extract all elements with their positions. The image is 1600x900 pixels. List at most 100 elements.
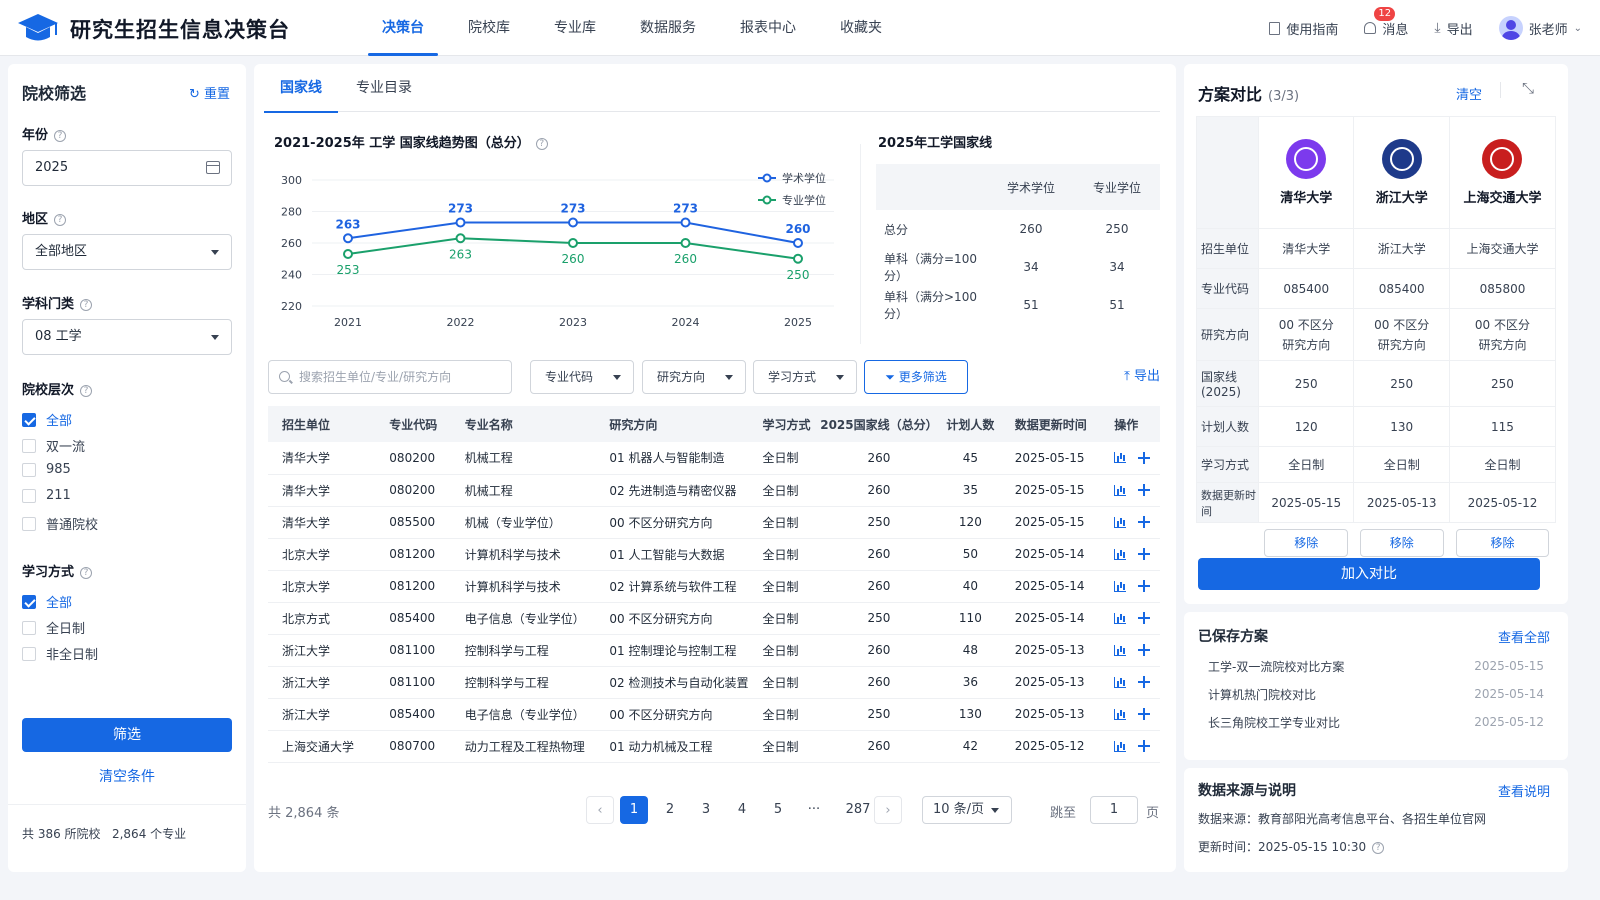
add-to-compare-icon[interactable] bbox=[1138, 708, 1151, 720]
table-cell: 42 bbox=[940, 730, 1001, 763]
add-to-compare-icon[interactable] bbox=[1138, 484, 1151, 496]
nav-item[interactable]: 专业库 bbox=[532, 0, 618, 56]
jump-page-input[interactable]: 1 bbox=[1090, 796, 1138, 824]
table-row[interactable]: 北京方式 085400 电子信息（专业学位） 00 不区分研究方向 全日制 250 110 2… bbox=[268, 602, 1160, 635]
checkbox-icon bbox=[22, 594, 36, 609]
view-notes-link[interactable]: 查看说明 bbox=[1498, 781, 1550, 800]
saved-plan-item[interactable]: 工学-双一流院校对比方案 2025-05-15 bbox=[1198, 652, 1554, 680]
table-row[interactable]: 清华大学 080200 机械工程 02 先进制造与精密仪器 全日制 260 35 2025-0… bbox=[268, 474, 1160, 507]
add-to-compare-icon[interactable] bbox=[1138, 451, 1151, 464]
nav-item[interactable]: 决策台 bbox=[360, 0, 446, 56]
bar-chart-icon[interactable] bbox=[1114, 676, 1127, 688]
table-cell: 全日制 bbox=[748, 474, 818, 507]
page-button[interactable]: 5 bbox=[764, 796, 792, 824]
page-button[interactable]: 3 bbox=[692, 796, 720, 824]
year-picker[interactable]: 2025 bbox=[22, 150, 232, 186]
nav-item[interactable]: 院校库 bbox=[446, 0, 532, 56]
search-placeholder: 搜索招生单位/专业/研究方向 bbox=[299, 370, 452, 384]
view-all-saved-link[interactable]: 查看全部 bbox=[1498, 627, 1550, 646]
next-page-button[interactable]: › bbox=[874, 796, 902, 824]
mode-filter-dropdown[interactable]: 学习方式 bbox=[753, 360, 857, 394]
nav-item[interactable]: 收藏夹 bbox=[818, 0, 904, 56]
table-row[interactable]: 清华大学 085500 机械（专业学位） 00 不区分研究方向 全日制 250 120 202… bbox=[268, 506, 1160, 539]
compare-row-label: 研究方向 bbox=[1196, 308, 1259, 361]
top-export-link[interactable]: ⤓ 导出 bbox=[1434, 19, 1472, 38]
clear-conditions-link[interactable]: 清空条件 bbox=[8, 766, 246, 786]
add-to-compare-icon[interactable] bbox=[1138, 516, 1151, 528]
messages-link[interactable]: 12 消息 bbox=[1364, 6, 1408, 38]
admission-table: 招生单位 专业代码 专业名称 研究方向 学习方式 2025国家线（总分） 计划人数 数据更新时… bbox=[268, 406, 1160, 763]
bar-chart-icon[interactable] bbox=[1114, 452, 1127, 464]
data-point bbox=[793, 253, 803, 264]
nav-item[interactable]: 数据服务 bbox=[618, 0, 718, 56]
level-checkbox[interactable]: 全部 bbox=[22, 410, 72, 429]
level-checkbox[interactable]: 双一流 bbox=[22, 436, 85, 455]
checkbox-icon bbox=[22, 620, 36, 635]
bar-chart-icon[interactable] bbox=[1114, 484, 1127, 496]
table-export-button[interactable]: ⤒ 导出 bbox=[1124, 360, 1160, 394]
level-checkbox[interactable]: 普通院校 bbox=[22, 514, 98, 533]
table-row[interactable]: 上海交通大学 080700 动力工程及工程热物理 01 动力机械及工程 全日制 260 42… bbox=[268, 730, 1160, 763]
remove-school-button[interactable]: 移除 bbox=[1455, 528, 1550, 557]
apply-filter-button[interactable]: 筛选 bbox=[22, 718, 232, 752]
direction-filter-dropdown[interactable]: 研究方向 bbox=[642, 360, 746, 394]
table-cell: 250 bbox=[817, 602, 940, 635]
add-to-compare-icon[interactable] bbox=[1138, 612, 1151, 624]
table-cell: 清华大学 bbox=[268, 506, 376, 539]
more-filters-button[interactable]: ⏷ 更多筛选 bbox=[864, 360, 968, 394]
add-to-compare-icon[interactable] bbox=[1138, 580, 1151, 592]
add-to-compare-icon[interactable] bbox=[1138, 740, 1151, 752]
page-button[interactable]: 4 bbox=[728, 796, 756, 824]
bar-chart-icon[interactable] bbox=[1114, 708, 1127, 720]
code-filter-dropdown[interactable]: 专业代码 bbox=[530, 360, 634, 394]
row-actions bbox=[1100, 538, 1160, 571]
discipline-select[interactable]: 08 工学 bbox=[22, 319, 232, 355]
add-to-compare-icon[interactable] bbox=[1138, 676, 1151, 688]
code-filter-label: 专业代码 bbox=[545, 370, 594, 384]
add-compare-button[interactable]: 加入对比 bbox=[1198, 558, 1540, 590]
remove-school-button[interactable]: 移除 bbox=[1359, 528, 1444, 557]
level-checkbox[interactable]: 985 bbox=[22, 462, 71, 477]
bar-chart-icon[interactable] bbox=[1114, 740, 1127, 752]
add-to-compare-icon[interactable] bbox=[1138, 548, 1151, 560]
remove-school-button[interactable]: 移除 bbox=[1264, 528, 1349, 557]
region-select[interactable]: 全部地区 bbox=[22, 234, 232, 270]
collapse-icon[interactable]: ⤡ bbox=[1522, 79, 1534, 97]
nav-item[interactable]: 报表中心 bbox=[718, 0, 818, 56]
tab-national-line[interactable]: 国家线 bbox=[264, 64, 338, 113]
table-row[interactable]: 浙江大学 081100 控制科学与工程 01 控制理论与控制工程 全日制 260 48 202… bbox=[268, 634, 1160, 667]
page-button[interactable]: 287 bbox=[840, 796, 876, 824]
reset-button[interactable]: ↻ 重置 bbox=[189, 83, 230, 102]
mode-checkbox[interactable]: 全日制 bbox=[22, 618, 85, 637]
bar-chart-icon[interactable] bbox=[1114, 644, 1127, 656]
guide-link[interactable]: 使用指南 bbox=[1269, 19, 1338, 38]
table-row[interactable]: 浙江大学 085400 电子信息（专业学位） 00 不区分研究方向 全日制 250 130 2… bbox=[268, 698, 1160, 731]
page-button[interactable]: 1 bbox=[620, 796, 648, 824]
bar-chart-icon[interactable] bbox=[1114, 548, 1127, 560]
compare-school-row: 清华大学 浙江大学 上海交通大学 bbox=[1196, 116, 1557, 229]
bar-chart-icon[interactable] bbox=[1114, 580, 1127, 592]
table-row[interactable]: 清华大学 080200 机械工程 01 机器人与智能制造 全日制 260 45 2025-05… bbox=[268, 442, 1160, 475]
mode-checkbox[interactable]: 全部 bbox=[22, 592, 72, 611]
bar-chart-icon[interactable] bbox=[1114, 516, 1127, 528]
table-cell: 02 计算系统与软件工程 bbox=[595, 570, 749, 603]
saved-plan-item[interactable]: 计算机热门院校对比 2025-05-14 bbox=[1198, 680, 1554, 708]
page-button[interactable]: 2 bbox=[656, 796, 684, 824]
table-row[interactable]: 北京大学 081200 计算机科学与技术 01 人工智能与大数据 全日制 260 50 202… bbox=[268, 538, 1160, 571]
tab-program-catalog[interactable]: 专业目录 bbox=[340, 64, 428, 112]
data-point bbox=[455, 233, 466, 244]
user-menu[interactable]: 张老师 ⌄ bbox=[1498, 16, 1582, 40]
mode-checkbox[interactable]: 非全日制 bbox=[22, 644, 98, 663]
search-input[interactable]: 搜索招生单位/专业/研究方向 bbox=[268, 360, 512, 394]
saved-plan-item[interactable]: 长三角院校工学专业对比 2025-05-12 bbox=[1198, 708, 1554, 736]
region-value: 全部地区 bbox=[35, 244, 88, 259]
prev-page-button[interactable]: ‹ bbox=[586, 796, 614, 824]
bar-chart-icon[interactable] bbox=[1114, 612, 1127, 624]
compare-clear-button[interactable]: 清空 bbox=[1456, 84, 1482, 103]
per-page-select[interactable]: 10 条/页 bbox=[922, 796, 1012, 824]
table-row[interactable]: 浙江大学 081100 控制科学与工程 02 检测技术与自动化装置 全日制 260 36 20… bbox=[268, 666, 1160, 699]
add-to-compare-icon[interactable] bbox=[1138, 644, 1151, 656]
table-row[interactable]: 北京大学 081200 计算机科学与技术 02 计算系统与软件工程 全日制 260 40 20… bbox=[268, 570, 1160, 603]
level-checkbox[interactable]: 211 bbox=[22, 488, 71, 503]
compare-row: 计划人数 120 130 115 bbox=[1196, 406, 1557, 447]
